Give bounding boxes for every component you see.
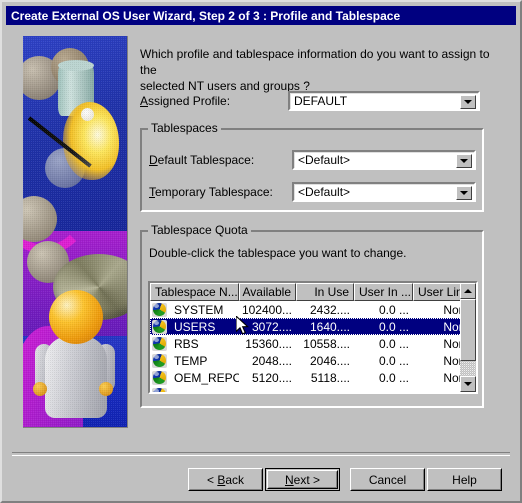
- assigned-profile-label: Assigned Profile:: [140, 94, 230, 108]
- next-button-accel: N: [284, 472, 294, 487]
- cell-tablespace-name: RBS: [174, 336, 199, 351]
- tablespace-icon: [152, 336, 167, 351]
- default-tablespace-value: <Default>: [298, 153, 351, 167]
- column-header-label: User In ...: [359, 285, 412, 299]
- cancel-button[interactable]: Cancel: [350, 468, 425, 491]
- cell-available: 102400...: [241, 302, 292, 317]
- cell-user-in: 0.0 ...: [378, 336, 409, 351]
- cell-available: 3072....: [251, 319, 292, 334]
- assigned-profile-label-text: ssigned Profile:: [148, 94, 231, 108]
- assigned-profile-accel: A: [140, 94, 149, 108]
- wizard-illustration: [23, 36, 128, 428]
- table-row[interactable]: SYSTEM 102400... 2432.... 0.0 ... None: [150, 301, 476, 318]
- scrollbar-track[interactable]: [460, 299, 476, 376]
- scrollbar-thumb[interactable]: [460, 299, 476, 361]
- scroll-down-button[interactable]: [460, 376, 476, 392]
- tablespace-icon: [152, 302, 167, 317]
- table-row[interactable]: RBS 15360.... 10558.... 0.0 ... None: [150, 335, 476, 352]
- cell-tablespace-name: TEMP: [174, 353, 208, 368]
- cell-in-use: 10558....: [303, 336, 350, 351]
- tablespace-icon: [152, 370, 167, 385]
- column-header-label: In Use: [314, 285, 349, 299]
- table-row[interactable]: USERS 3072.... 1640.... 0.0 ... None: [150, 318, 476, 335]
- column-header-user-in[interactable]: User In ...: [354, 283, 413, 301]
- column-header-in-use[interactable]: In Use: [296, 283, 354, 301]
- default-tablespace-accel: D: [149, 153, 158, 167]
- cell-available: 5120....: [251, 370, 292, 385]
- cell-user-in: 0.0 ...: [378, 353, 409, 368]
- back-button[interactable]: < Back: [188, 468, 263, 491]
- cell-tablespace-name: SYSTEM: [174, 302, 224, 317]
- tablespaces-group-title: Tablespaces: [148, 121, 221, 135]
- window-title: Create External OS User Wizard, Step 2 o…: [11, 8, 401, 23]
- listbox-vertical-scrollbar[interactable]: [460, 283, 476, 392]
- prompt-text: Which profile and tablespace information…: [140, 46, 490, 94]
- footer-separator: [12, 452, 510, 456]
- chevron-down-icon[interactable]: [460, 95, 476, 109]
- illustration-dither-overlay: [23, 36, 127, 427]
- temporary-tablespace-label: Temporary Tablespace:: [149, 185, 273, 199]
- table-row[interactable]: TEMP 2048.... 2046.... 0.0 ... None: [150, 352, 476, 369]
- table-row-partial[interactable]: [150, 386, 476, 392]
- cancel-button-label: Cancel: [368, 472, 407, 487]
- cell-user-in: 0.0 ...: [378, 319, 409, 334]
- cell-in-use: 2432....: [309, 302, 350, 317]
- cell-in-use: 5118....: [310, 370, 350, 385]
- cell-user-in: 0.0 ...: [378, 370, 409, 385]
- temporary-tablespace-label-text: emporary Tablespace:: [155, 185, 273, 199]
- prompt-line-1: Which profile and tablespace information…: [140, 47, 490, 77]
- default-tablespace-combobox[interactable]: <Default>: [292, 150, 476, 170]
- cell-in-use: 1640....: [309, 319, 350, 334]
- temporary-tablespace-combobox[interactable]: <Default>: [292, 182, 476, 202]
- tablespace-icon: [152, 387, 167, 392]
- assigned-profile-value: DEFAULT: [294, 94, 348, 108]
- wizard-window: Create External OS User Wizard, Step 2 o…: [0, 0, 522, 503]
- next-button[interactable]: Next >: [265, 468, 340, 491]
- cell-tablespace-name: OEM_REPO...: [174, 370, 239, 385]
- temporary-tablespace-value: <Default>: [298, 185, 351, 199]
- tablespace-icon: [152, 319, 167, 334]
- back-button-prefix: <: [206, 472, 218, 487]
- column-header-tablespace-name[interactable]: Tablespace N...: [150, 283, 239, 301]
- tablespace-icon: [152, 353, 167, 368]
- cell-available: 15360....: [245, 336, 292, 351]
- column-header-label: Tablespace N...: [155, 285, 238, 299]
- default-tablespace-label: Default Tablespace:: [149, 153, 254, 167]
- cell-in-use: 2046....: [309, 353, 350, 368]
- table-row[interactable]: OEM_REPO... 5120.... 5118.... 0.0 ... No…: [150, 369, 476, 386]
- cell-user-in: 0.0 ...: [378, 302, 409, 317]
- column-header-label: Available: [242, 285, 291, 299]
- back-button-label: ack: [225, 472, 245, 487]
- next-button-label: ext >: [293, 472, 321, 487]
- cell-tablespace-name: USERS: [174, 319, 216, 334]
- title-bar: Create External OS User Wizard, Step 2 o…: [6, 6, 516, 25]
- chevron-down-icon[interactable]: [456, 154, 472, 168]
- scroll-up-button[interactable]: [460, 283, 476, 299]
- chevron-down-icon[interactable]: [456, 186, 472, 200]
- tablespace-quota-group-title: Tablespace Quota: [148, 223, 251, 237]
- cell-available: 2048....: [251, 353, 292, 368]
- quota-hint-text: Double-click the tablespace you want to …: [149, 246, 407, 260]
- column-header-available[interactable]: Available: [239, 283, 296, 301]
- help-button[interactable]: Help: [427, 468, 502, 491]
- assigned-profile-combobox[interactable]: DEFAULT: [288, 91, 480, 111]
- default-tablespace-label-text: efault Tablespace:: [157, 153, 255, 167]
- help-button-label: Help: [452, 472, 477, 487]
- listbox-rows: SYSTEM 102400... 2432.... 0.0 ... None U…: [150, 301, 476, 392]
- listbox-header-row: Tablespace N... Available In Use User In…: [150, 283, 476, 301]
- tablespace-quota-listbox[interactable]: Tablespace N... Available In Use User In…: [148, 281, 478, 394]
